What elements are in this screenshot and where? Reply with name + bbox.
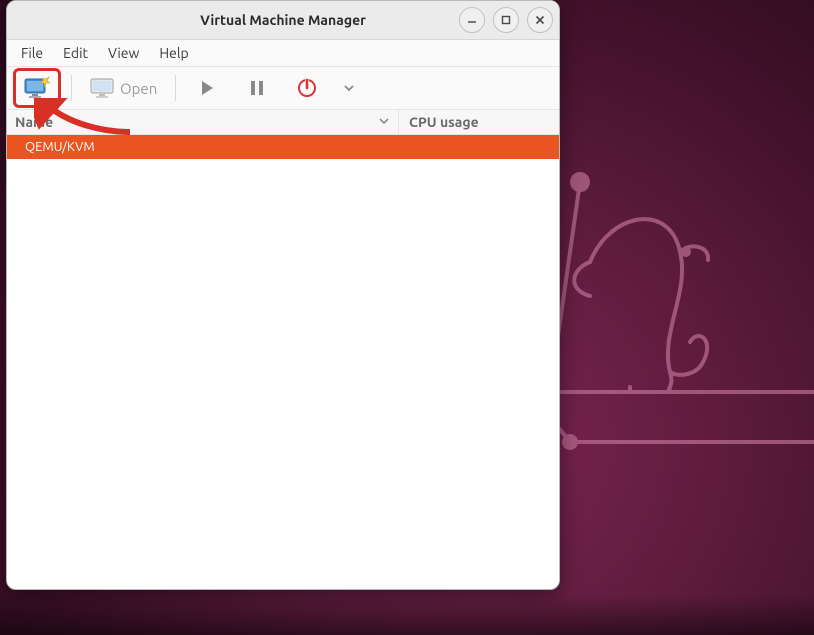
titlebar[interactable]: Virtual Machine Manager: [7, 1, 559, 40]
column-name[interactable]: Name: [7, 114, 398, 130]
connection-name: QEMU/KVM: [7, 140, 95, 154]
pause-button[interactable]: [236, 71, 278, 105]
sort-indicator: [378, 114, 390, 130]
new-vm-button[interactable]: [13, 68, 61, 108]
window-controls: [459, 7, 553, 33]
close-button[interactable]: [527, 7, 553, 33]
minimize-icon: [466, 14, 478, 26]
minimize-button[interactable]: [459, 7, 485, 33]
power-icon: [297, 78, 317, 98]
toolbar-separator-2: [175, 75, 176, 101]
toolbar-separator: [71, 75, 72, 101]
taskbar-shadow: [0, 595, 814, 635]
chevron-down-icon: [342, 81, 356, 95]
virt-manager-window: Virtual Machine Manager File Edit: [6, 0, 560, 590]
menu-view[interactable]: View: [100, 43, 147, 63]
menu-help[interactable]: Help: [151, 43, 196, 63]
shutdown-button[interactable]: [286, 71, 328, 105]
chevron-down-icon: [378, 115, 390, 127]
pause-icon: [249, 79, 265, 97]
menu-file[interactable]: File: [13, 43, 51, 63]
connection-list[interactable]: QEMU/KVM: [7, 135, 559, 589]
menu-edit[interactable]: Edit: [55, 43, 96, 63]
run-button[interactable]: [186, 71, 228, 105]
connection-row[interactable]: QEMU/KVM: [7, 135, 559, 159]
maximize-button[interactable]: [493, 7, 519, 33]
new-vm-icon: [23, 76, 51, 100]
play-icon: [198, 79, 216, 97]
column-name-label: Name: [15, 114, 53, 130]
open-console-button[interactable]: Open: [82, 71, 165, 105]
monitor-icon: [90, 78, 114, 98]
toolbar: Open: [7, 67, 559, 110]
open-label: Open: [120, 80, 157, 97]
desktop-background: Virtual Machine Manager File Edit: [0, 0, 814, 635]
menubar: File Edit View Help: [7, 40, 559, 67]
column-cpu[interactable]: CPU usage: [398, 110, 559, 134]
maximize-icon: [500, 14, 512, 26]
column-cpu-label: CPU usage: [409, 114, 479, 130]
close-icon: [534, 14, 546, 26]
shutdown-menu-button[interactable]: [336, 71, 362, 105]
column-header: Name CPU usage: [7, 110, 559, 135]
wallpaper-ermine-crown: [520, 142, 814, 462]
